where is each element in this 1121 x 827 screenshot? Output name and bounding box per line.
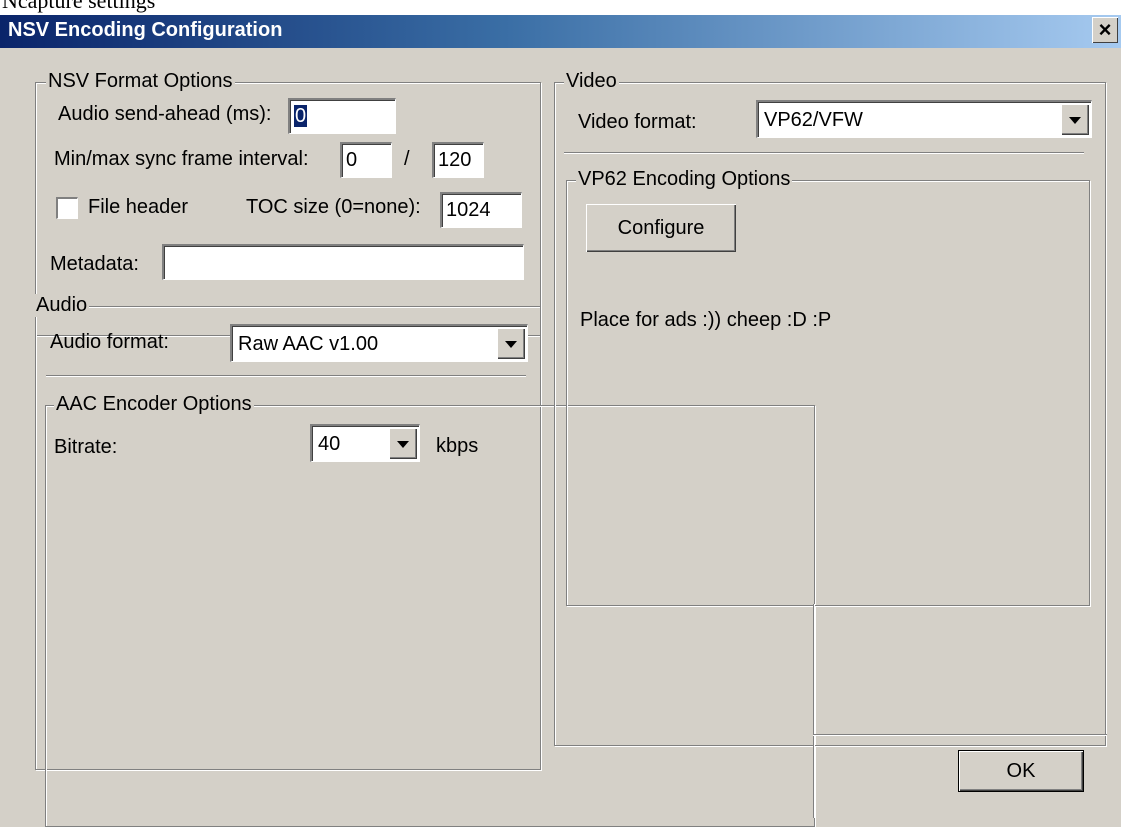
bitrate-unit: kbps — [436, 435, 479, 457]
sync-separator: / — [404, 148, 410, 170]
ad-placeholder-text: Place for ads :)) cheep :D :P — [580, 309, 832, 331]
send-ahead-value: 0 — [294, 105, 308, 127]
file-header-label[interactable]: File header — [88, 196, 188, 219]
send-ahead-input[interactable]: 0 — [288, 98, 396, 134]
bitrate-label: Bitrate: — [54, 436, 118, 458]
sync-interval-label: Min/max sync frame interval: — [54, 148, 309, 170]
dialog-client-area: NSV Format Options Audio send-ahead (ms)… — [0, 48, 1121, 827]
sync-max-input[interactable]: 120 — [432, 142, 484, 178]
send-ahead-label: Audio send-ahead (ms): — [58, 103, 272, 125]
toc-size-input[interactable]: 1024 — [440, 192, 522, 228]
background-window-text: Ncapture settings — [2, 0, 156, 13]
ok-button[interactable]: OK — [958, 750, 1084, 792]
file-header-checkbox[interactable] — [56, 197, 78, 219]
toc-size-value: 1024 — [446, 199, 491, 221]
video-format-label: Video format: — [578, 111, 697, 133]
layout-divider — [813, 604, 815, 818]
window-title: NSV Encoding Configuration — [8, 19, 283, 41]
sync-min-input[interactable]: 0 — [340, 142, 392, 178]
vp62-encoding-options-legend: VP62 Encoding Options — [576, 168, 793, 191]
chevron-down-icon[interactable] — [389, 428, 417, 459]
audio-format-value: Raw AAC v1.00 — [238, 333, 379, 355]
chevron-down-icon[interactable] — [497, 328, 525, 359]
audio-format-select[interactable]: Raw AAC v1.00 — [230, 324, 528, 362]
close-icon: × — [1098, 17, 1112, 42]
audio-format-label: Audio format: — [50, 331, 169, 353]
title-bar[interactable]: NSV Encoding Configuration × — [0, 15, 1121, 48]
metadata-label: Metadata: — [50, 253, 139, 275]
video-separator — [564, 152, 1084, 154]
configure-button[interactable]: Configure — [586, 204, 736, 252]
metadata-input[interactable] — [162, 244, 524, 280]
audio-separator — [46, 375, 526, 377]
video-format-select[interactable]: VP62/VFW — [756, 100, 1092, 138]
close-button[interactable]: × — [1092, 17, 1118, 43]
audio-legend: Audio — [34, 294, 90, 317]
chevron-down-icon[interactable] — [1061, 104, 1089, 135]
sync-min-value: 0 — [346, 149, 358, 171]
video-legend: Video — [564, 70, 619, 93]
bitrate-select[interactable]: 40 — [310, 424, 420, 462]
toc-size-label: TOC size (0=none): — [246, 196, 421, 218]
layout-divider — [813, 734, 1107, 736]
nsv-format-options-legend: NSV Format Options — [46, 70, 235, 93]
sync-max-value: 120 — [438, 149, 472, 171]
background-window-strip: Ncapture settings — [0, 0, 1121, 15]
aac-encoder-options-legend: AAC Encoder Options — [54, 393, 254, 416]
video-format-value: VP62/VFW — [764, 109, 863, 131]
bitrate-value: 40 — [318, 433, 341, 455]
